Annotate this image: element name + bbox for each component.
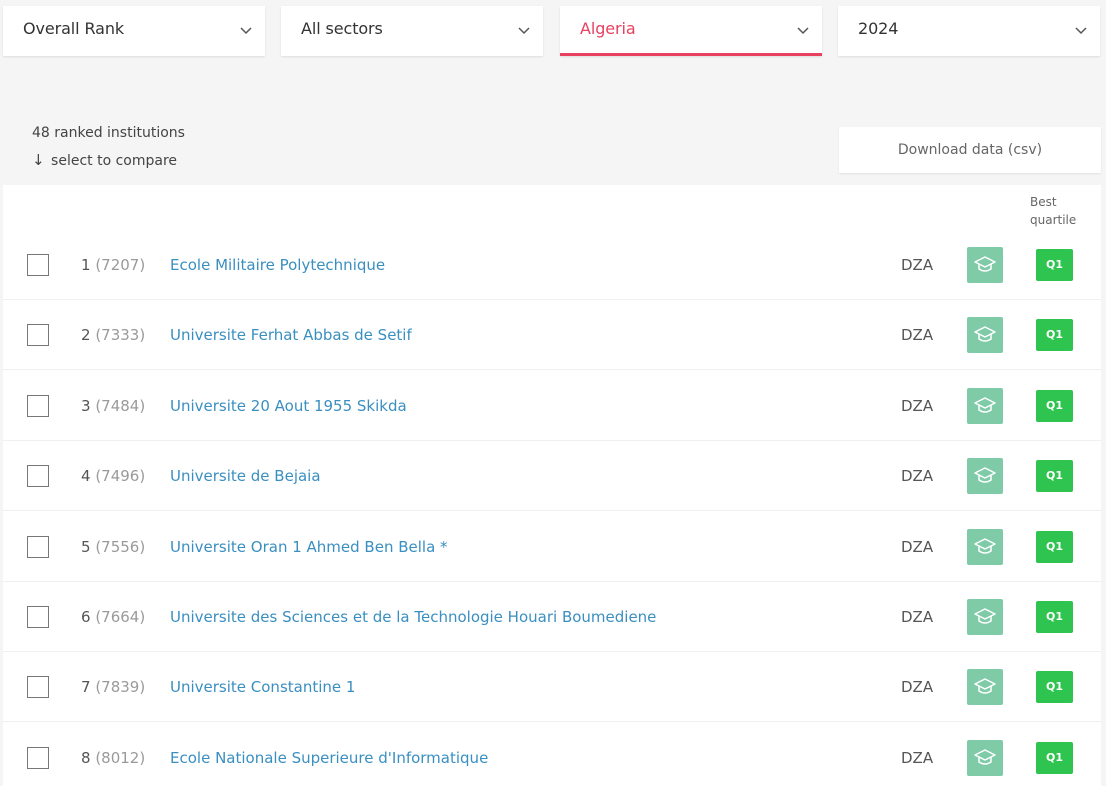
sector-badge[interactable] [967,528,1003,565]
quartile-badge: Q1 [1036,741,1073,774]
rankings-table: Best quartile 1 (7207) Ecole Militaire Po… [3,185,1101,786]
rank-score: (7484) [95,396,146,415]
country-code: DZA [901,537,934,556]
country-code: DZA [901,396,934,415]
compare-checkbox[interactable] [27,606,49,628]
graduation-cap-icon [967,254,1003,276]
sector-badge[interactable] [967,387,1003,424]
institution-link[interactable]: Universite Ferhat Abbas de Setif [170,300,412,370]
quartile-badge: Q1 [1036,319,1073,352]
chevron-down-icon [796,23,810,37]
country-dropdown[interactable]: Algeria [560,6,822,56]
rank-cell: 1 (7207) [81,230,145,300]
compare-checkbox[interactable] [27,324,49,347]
institution-link[interactable]: Universite 20 Aout 1955 Skikda [170,371,407,441]
sector-badge[interactable] [967,599,1003,635]
rank-number: 1 [81,256,91,274]
rank-number: 6 [81,608,91,626]
country-code: DZA [901,608,934,626]
compare-hint: ↓ select to compare [32,151,177,169]
compare-checkbox[interactable] [27,254,49,276]
rank-type-value: Overall Rank [23,19,125,38]
chevron-down-icon [1074,23,1088,37]
sector-value: All sectors [301,19,383,38]
institution-link[interactable]: Ecole Nationale Superieure d'Informatiqu… [170,723,488,786]
year-dropdown[interactable]: 2024 [838,6,1100,56]
rank-score: (7839) [95,678,146,697]
compare-checkbox[interactable] [27,535,49,558]
table-row: 6 (7664) Universite des Sciences et de la… [3,582,1101,652]
graduation-cap-icon [967,606,1003,628]
rank-cell: 8 (8012) [81,723,145,786]
table-row: 2 (7333) Universite Ferhat Abbas de Setif… [3,300,1101,371]
rank-number: 2 [81,326,91,345]
quartile-badge: Q1 [1036,530,1073,563]
rank-score: (7207) [95,256,146,274]
rank-number: 5 [81,537,91,556]
graduation-cap-icon [967,747,1003,769]
compare-checkbox[interactable] [27,465,49,488]
download-csv-button[interactable]: Download data (csv) [839,127,1101,173]
sector-badge[interactable] [967,458,1003,495]
sector-badge[interactable] [967,247,1003,283]
institution-link[interactable]: Universite de Bejaia [170,441,321,511]
country-value: Algeria [580,19,636,38]
institution-link[interactable]: Universite Constantine 1 [170,652,355,722]
best-quartile-header: Best quartile [1030,195,1077,227]
rank-score: (7333) [95,326,146,345]
institution-link[interactable]: Ecole Militaire Polytechnique [170,230,385,300]
table-row: 4 (7496) Universite de Bejaia DZA Q1 [3,441,1101,512]
country-code: DZA [901,256,934,274]
rank-number: 3 [81,396,91,415]
compare-hint-text: select to compare [51,153,178,169]
graduation-cap-icon [967,676,1003,698]
rank-cell: 5 (7556) [81,512,145,582]
sector-badge[interactable] [967,739,1003,776]
institution-link[interactable]: Universite Oran 1 Ahmed Ben Bella * [170,512,448,582]
rank-number: 7 [81,678,91,697]
graduation-cap-icon [967,395,1003,417]
table-row: 1 (7207) Ecole Militaire Polytechnique DZA… [3,230,1101,300]
sector-badge[interactable] [967,317,1003,354]
quartile-badge: Q1 [1036,671,1073,704]
country-code: DZA [901,467,934,486]
sector-badge[interactable] [967,669,1003,706]
chevron-down-icon [517,23,531,37]
quartile-badge: Q1 [1036,601,1073,633]
compare-checkbox[interactable] [27,676,49,699]
table-row: 5 (7556) Universite Oran 1 Ahmed Ben Bell… [3,512,1101,582]
arrow-down-icon: ↓ [32,151,45,169]
quartile-badge: Q1 [1036,460,1073,493]
rank-number: 8 [81,748,91,767]
rank-score: (7664) [95,608,146,626]
compare-checkbox[interactable] [27,394,49,417]
quartile-badge: Q1 [1036,389,1073,422]
table-row: 3 (7484) Universite 20 Aout 1955 Skikda DZ… [3,371,1101,441]
rank-score: (8012) [95,748,146,767]
rank-type-dropdown[interactable]: Overall Rank [3,6,265,56]
graduation-cap-icon [967,324,1003,346]
institution-link[interactable]: Universite des Sciences et de la Technol… [170,582,656,652]
graduation-cap-icon [967,465,1003,487]
rank-cell: 2 (7333) [81,300,145,370]
quartile-badge: Q1 [1036,249,1073,281]
rank-number: 4 [81,467,91,486]
rank-cell: 4 (7496) [81,441,145,511]
compare-checkbox[interactable] [27,746,49,769]
rank-cell: 3 (7484) [81,371,145,441]
country-code: DZA [901,678,934,697]
ranked-count: 48 ranked institutions [32,125,185,141]
table-row: 7 (7839) Universite Constantine 1 DZA Q1 [3,652,1101,723]
rank-cell: 7 (7839) [81,652,145,722]
sector-dropdown[interactable]: All sectors [281,6,543,56]
table-row: 8 (8012) Ecole Nationale Superieure d'Inf… [3,723,1101,786]
chevron-down-icon [239,23,253,37]
year-value: 2024 [858,19,899,38]
country-code: DZA [901,748,934,767]
rank-score: (7496) [95,467,146,486]
country-code: DZA [901,326,934,345]
graduation-cap-icon [967,536,1003,558]
rank-cell: 6 (7664) [81,582,145,652]
rank-score: (7556) [95,537,146,556]
